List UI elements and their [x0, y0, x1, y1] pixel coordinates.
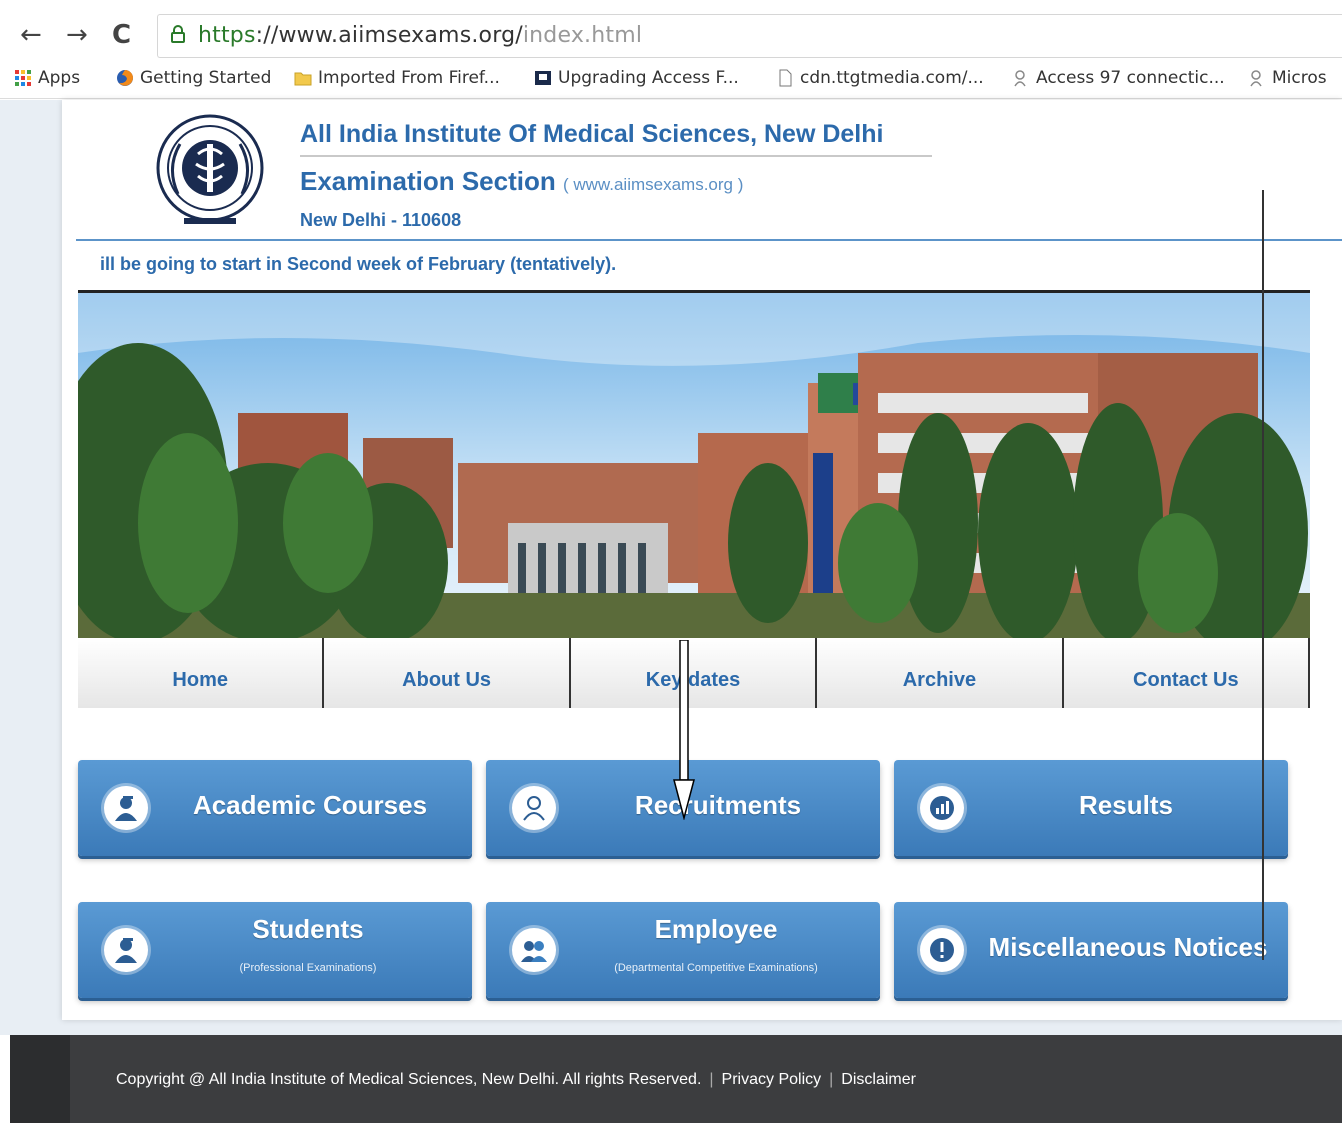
nav-archive[interactable]: Archive	[817, 638, 1064, 708]
institute-address: New Delhi - 110608	[300, 210, 462, 230]
section-title-text: Examination Section	[300, 166, 556, 196]
student-icon	[104, 786, 148, 830]
apps-grid-icon	[15, 70, 31, 86]
bookmark-label: Access 97 connectic...	[1036, 68, 1225, 88]
footer-left-strip	[10, 1035, 70, 1123]
academic-courses-label: Academic Courses	[192, 790, 428, 820]
info-icon	[920, 928, 964, 972]
title-divider	[300, 155, 932, 157]
employee-label: Employee	[654, 914, 778, 944]
annotation-arrow	[673, 640, 695, 820]
bookmark-apps[interactable]: Apps	[14, 68, 80, 88]
footer-separator: |	[829, 1071, 834, 1088]
miscellaneous-notices-label: Miscellaneous Notices	[988, 932, 1268, 962]
footer: Copyright @ All India Institute of Medic…	[10, 1035, 1342, 1123]
results-button[interactable]: Results	[894, 760, 1288, 856]
employee-button[interactable]: Employee (Departmental Competitive Exami…	[486, 902, 880, 998]
section-url: ( www.aiimsexams.org )	[562, 175, 744, 194]
academic-courses-button[interactable]: Academic Courses	[78, 760, 472, 856]
footer-text: Copyright @ All India Institute of Medic…	[116, 1071, 916, 1089]
nav-home-label: Home	[172, 668, 228, 691]
back-button[interactable]: ←	[20, 20, 42, 50]
aiims-logo	[156, 114, 264, 224]
bookmark-micros[interactable]: Micros	[1248, 68, 1327, 88]
footer-separator: |	[709, 1071, 714, 1088]
privacy-policy-link[interactable]: Privacy Policy	[722, 1071, 822, 1088]
firefox-icon	[117, 70, 133, 86]
link-icon	[1250, 70, 1262, 87]
bookmark-getting-started[interactable]: Getting Started	[116, 68, 271, 88]
bookmarks-bar: Apps Getting Started Imported From Firef…	[0, 62, 1342, 99]
bookmark-label: Micros	[1272, 68, 1327, 88]
nav-about-us[interactable]: About Us	[324, 638, 571, 708]
bookmark-cdn[interactable]: cdn.ttgtmedia.com/...	[776, 68, 984, 88]
nav-contact-label: Contact Us	[1133, 668, 1239, 691]
url-host: ://www.aiimsexams.org/	[255, 23, 523, 48]
student-icon	[104, 928, 148, 972]
header-divider	[76, 239, 1342, 241]
disclaimer-link[interactable]: Disclaimer	[841, 1071, 916, 1088]
students-button[interactable]: Students (Professional Examinations)	[78, 902, 472, 998]
folder-icon	[294, 72, 312, 86]
employee-sublabel: (Departmental Competitive Examinations)	[614, 962, 818, 974]
lock-icon	[171, 25, 185, 43]
group-icon	[512, 928, 556, 972]
bookmark-label: Upgrading Access F...	[558, 68, 739, 88]
url-path: index.html	[522, 23, 643, 48]
bookmark-imported[interactable]: Imported From Firef...	[294, 68, 500, 88]
bookmark-access-97[interactable]: Access 97 connectic...	[1012, 68, 1225, 88]
bookmark-upgrading-access[interactable]: Upgrading Access F...	[534, 68, 739, 88]
institute-title: All India Institute Of Medical Sciences,…	[300, 120, 884, 148]
results-label: Results	[1079, 790, 1173, 820]
copyright-text: Copyright @ All India Institute of Medic…	[116, 1071, 702, 1088]
bookmark-label: Imported From Firef...	[318, 68, 500, 88]
section-title: Examination Section ( www.aiimsexams.org…	[300, 166, 743, 197]
site-icon	[535, 71, 551, 85]
page-icon	[779, 69, 792, 87]
campus-banner-image	[78, 290, 1310, 641]
students-sublabel: (Professional Examinations)	[239, 962, 377, 974]
students-label: Students	[252, 914, 364, 944]
url-scheme: https	[198, 23, 256, 48]
person-icon	[512, 786, 556, 830]
news-ticker[interactable]: ill be going to start in Second week of …	[100, 254, 616, 275]
chart-icon	[920, 786, 964, 830]
browser-chrome: ← → C https://www.aiimsexams.org/index.h…	[0, 0, 1342, 100]
bookmark-label: Getting Started	[140, 68, 272, 88]
nav-archive-label: Archive	[902, 668, 977, 691]
url-text: https://www.aiimsexams.org/index.html	[198, 23, 642, 48]
miscellaneous-notices-button[interactable]: Miscellaneous Notices	[894, 902, 1288, 998]
nav-about-label: About Us	[402, 668, 492, 691]
recruitments-label: Recruitments	[634, 790, 802, 820]
reload-button[interactable]: C	[112, 20, 131, 50]
bookmark-label: cdn.ttgtmedia.com/...	[800, 68, 984, 88]
link-icon	[1014, 70, 1026, 87]
nav-home[interactable]: Home	[78, 638, 325, 708]
page-border-line	[1262, 190, 1264, 960]
nav-contact-us[interactable]: Contact Us	[1064, 638, 1311, 708]
page-content: All India Institute Of Medical Sciences,…	[62, 100, 1342, 1020]
address-bar[interactable]: https://www.aiimsexams.org/index.html	[157, 14, 1342, 58]
bookmark-label: Apps	[38, 68, 81, 88]
forward-button[interactable]: →	[66, 20, 88, 50]
